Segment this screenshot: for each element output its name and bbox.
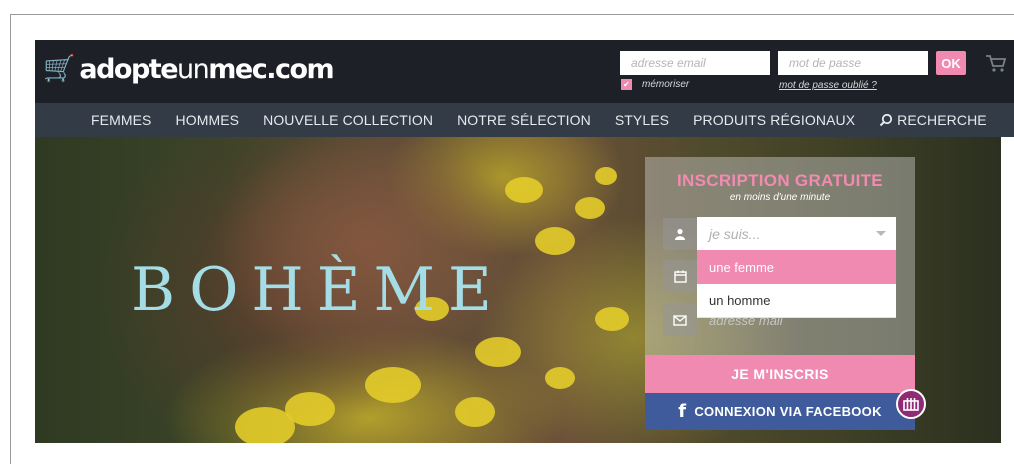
facebook-icon: f [678, 401, 687, 422]
flower-decoration [365, 367, 421, 403]
flower-decoration [235, 407, 295, 443]
nav-label: NOTRE SÉLECTION [457, 112, 591, 128]
user-icon [663, 218, 697, 250]
calendar-icon [663, 260, 697, 292]
chevron-down-icon [876, 231, 886, 236]
facebook-login-label: CONNEXION VIA FACEBOOK [694, 404, 882, 419]
site-header: 🛒 adopte un mec .com OK ✔ mémoriser mot … [35, 40, 1014, 103]
nav-label: RECHERCHE [897, 112, 987, 128]
signup-subtitle: en moins d'une minute [729, 192, 831, 203]
nav-item-femmes[interactable]: FEMMES [91, 112, 152, 128]
signup-title: INSCRIPTION GRATUITE [677, 171, 883, 190]
gender-dropdown-list: une femme un homme [697, 250, 896, 318]
login-email-input[interactable] [620, 51, 770, 75]
nav-label: NOUVELLE COLLECTION [263, 112, 434, 128]
forgot-password-link[interactable]: mot de passe oublié ? [779, 80, 877, 91]
nav-label: HOMMES [175, 112, 240, 128]
flower-decoration [595, 167, 617, 185]
gender-select[interactable]: je suis... [697, 217, 896, 251]
nav-item-nouvelle-collection[interactable]: NOUVELLE COLLECTION [263, 112, 433, 128]
nav-label: STYLES [614, 112, 670, 128]
flower-decoration [545, 367, 575, 389]
nav-item-styles[interactable]: STYLES [615, 112, 669, 128]
login-ok-button[interactable]: OK [936, 51, 966, 75]
logo-text-adopte: adopte [79, 53, 178, 85]
extension-badge-icon[interactable] [896, 389, 926, 419]
site-logo[interactable]: 🛒 adopte un mec .com [43, 52, 335, 86]
gender-option-homme[interactable]: un homme [697, 284, 896, 318]
logo-text-mec: mec [208, 53, 267, 85]
remember-checkbox[interactable]: ✔ [621, 79, 632, 90]
nav-label: PRODUITS RÉGIONAUX [693, 112, 856, 128]
shopping-figure-icon: 🛒 [43, 54, 76, 84]
signup-panel: INSCRIPTION GRATUITE en moins d'une minu… [645, 157, 915, 355]
remember-label: mémoriser [642, 79, 690, 90]
signup-submit-button[interactable]: JE M'INSCRIS [645, 355, 915, 393]
nav-label: FEMMES [91, 112, 152, 128]
flower-decoration [455, 397, 495, 427]
flower-decoration [595, 307, 629, 331]
remember-me[interactable]: ✔ mémoriser [621, 79, 689, 90]
login-password-input[interactable] [778, 51, 928, 75]
flower-decoration [475, 337, 521, 367]
flower-decoration [575, 197, 605, 219]
gender-option-femme[interactable]: une femme [697, 250, 896, 284]
mail-icon [663, 304, 697, 336]
gender-select-placeholder: je suis... [709, 226, 761, 242]
facebook-login-button[interactable]: f CONNEXION VIA FACEBOOK [645, 393, 915, 430]
hero-headline: BOHÈME [131, 255, 505, 325]
main-nav: FEMMES HOMMES NOUVELLE COLLECTION NOTRE … [35, 103, 1014, 137]
logo-text-com: .com [266, 53, 334, 85]
flower-decoration [505, 177, 543, 203]
logo-text-un: un [177, 53, 210, 85]
nav-item-hommes[interactable]: HOMMES [176, 112, 240, 128]
flower-decoration [535, 227, 575, 255]
nav-item-recherche[interactable]: RECHERCHE [879, 112, 987, 128]
nav-item-notre-selection[interactable]: NOTRE SÉLECTION [457, 112, 591, 128]
cart-icon[interactable] [985, 53, 1007, 73]
search-icon [879, 113, 893, 127]
nav-item-produits-regionaux[interactable]: PRODUITS RÉGIONAUX [693, 112, 855, 128]
